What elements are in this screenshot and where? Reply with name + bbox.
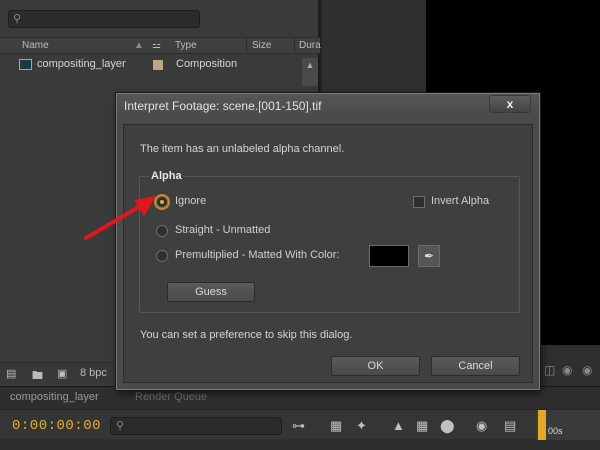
cancel-button[interactable]: Cancel (431, 356, 520, 376)
new-folder-icon[interactable]: 🖿 (32, 367, 43, 386)
label-tag-icon[interactable]: ⚍ (152, 40, 161, 51)
straight-unmatted-label[interactable]: Straight - Unmatted (175, 224, 270, 236)
new-composition-icon[interactable]: ▣ (57, 367, 67, 380)
eyedropper-icon[interactable]: ✒ (418, 245, 440, 267)
snapshot-icon[interactable]: ◉ (562, 363, 572, 377)
dialog-title: Interpret Footage: scene.[001-150].tif (124, 99, 322, 113)
timeline-search-input[interactable]: ⚲ (110, 417, 282, 435)
invert-alpha-label[interactable]: Invert Alpha (431, 195, 489, 207)
mini-flowchart-icon[interactable]: ⊶ (292, 418, 305, 434)
ruler-label: 00s (548, 426, 563, 436)
show-snapshot-icon[interactable]: ◉ (582, 363, 592, 377)
matte-color-swatch[interactable] (369, 245, 409, 267)
premultiplied-label[interactable]: Premultiplied - Matted With Color: (175, 249, 339, 261)
composition-icon (19, 59, 32, 70)
sort-triangle-icon: ▲ (134, 40, 144, 51)
column-header-name[interactable]: Name (22, 40, 49, 51)
column-header-size[interactable]: Size (252, 40, 271, 51)
shy-layers-icon[interactable]: ▲ (392, 418, 405, 433)
timeline-tab[interactable]: compositing_layer (10, 391, 99, 403)
live-update-icon[interactable]: ▦ (330, 418, 342, 434)
draft-3d-icon[interactable]: ✦ (356, 418, 367, 434)
interpret-footage-dialog: Interpret Footage: scene.[001-150].tif x… (116, 93, 540, 390)
close-icon: x (506, 97, 514, 111)
scroll-up-icon[interactable]: ▲ (302, 58, 318, 86)
motion-blur-icon[interactable]: ⬤ (440, 418, 455, 434)
ignore-label[interactable]: Ignore (175, 195, 206, 207)
timeline-panel: compositing_layer Render Queue 0:00:00:0… (0, 386, 600, 450)
channels-icon[interactable]: ◫ (544, 363, 555, 377)
dialog-titlebar[interactable]: Interpret Footage: scene.[001-150].tif x (117, 94, 539, 118)
label-color-swatch[interactable] (153, 60, 163, 70)
alpha-group-label: Alpha (149, 170, 184, 182)
project-column-headers: Name ▲ ⚍ Type Size Dura (0, 37, 321, 54)
project-item-type: Composition (176, 58, 238, 70)
guess-button[interactable]: Guess (167, 282, 255, 302)
alpha-group: Alpha Ignore Invert Alpha Straight - Unm… (139, 170, 520, 313)
dialog-message: The item has an unlabeled alpha channel. (140, 143, 345, 155)
project-item-name: compositing_layer (37, 58, 126, 70)
column-header-type[interactable]: Type (175, 40, 197, 51)
timeline-toolbar: 0:00:00:00 ⚲ ⊶ ▦ ✦ ▲ ▦ ⬤ ◉ ▤ 00s (0, 409, 600, 440)
brainstorm-icon[interactable]: ◉ (476, 418, 487, 434)
interpret-footage-icon[interactable]: ▤ (6, 367, 16, 380)
playhead[interactable] (538, 410, 546, 440)
graph-editor-icon[interactable]: ▤ (504, 418, 516, 434)
project-search-input[interactable]: ⚲ (8, 10, 200, 28)
invert-alpha-checkbox[interactable] (413, 196, 425, 208)
project-item-row[interactable]: compositing_layer Composition (0, 57, 320, 73)
frame-blending-icon[interactable]: ▦ (416, 418, 428, 434)
annotation-arrow-icon (84, 196, 156, 240)
search-icon: ⚲ (116, 420, 125, 432)
preference-hint: You can set a preference to skip this di… (140, 329, 353, 341)
dialog-body: The item has an unlabeled alpha channel.… (123, 124, 533, 383)
premultiplied-radio[interactable] (156, 250, 168, 262)
search-icon: ⚲ (13, 13, 22, 25)
current-time-display[interactable]: 0:00:00:00 (12, 418, 101, 434)
render-queue-tab[interactable]: Render Queue (135, 391, 207, 403)
ok-button[interactable]: OK (331, 356, 420, 376)
color-depth-label[interactable]: 8 bpc (80, 367, 107, 379)
column-header-duration[interactable]: Dura (299, 40, 321, 51)
close-button[interactable]: x (489, 95, 531, 113)
